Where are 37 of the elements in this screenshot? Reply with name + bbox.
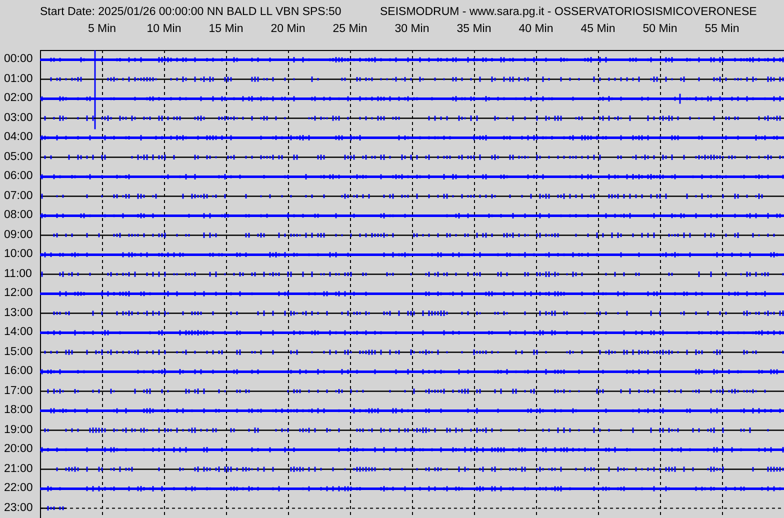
hour-label: 15:00 [3, 344, 34, 360]
hour-label: 02:00 [3, 91, 34, 106]
hour-label: 03:00 [3, 110, 34, 126]
hour-label: 07:00 [3, 188, 34, 204]
hour-label: 17:00 [3, 384, 34, 398]
hour-label: 23:00 [3, 500, 34, 516]
minute-label: 55 Min [704, 23, 740, 35]
minute-label: 10 Min [146, 23, 182, 35]
minute-label: 5 Min [86, 23, 118, 35]
hour-label: 08:00 [3, 208, 34, 223]
hour-label: 21:00 [3, 462, 34, 476]
hour-label: 16:00 [3, 364, 34, 379]
hour-label: 19:00 [3, 422, 34, 438]
minute-label: 50 Min [642, 23, 678, 35]
hour-label: 11:00 [3, 266, 33, 282]
minute-label: 15 Min [208, 23, 244, 35]
hour-label: 05:00 [3, 150, 34, 164]
minute-label: 20 Min [270, 23, 306, 35]
hour-label: 20:00 [3, 442, 34, 457]
hour-label: 01:00 [3, 72, 34, 86]
hour-label: 10:00 [3, 247, 34, 262]
hour-label: 00:00 [3, 52, 34, 67]
hour-label: 22:00 [3, 481, 34, 496]
hour-label: 13:00 [3, 306, 34, 320]
source-title: SEISMODRUM - www.sara.pg.it - OSSERVATORIOSISMICOVERONESE [380, 6, 757, 18]
minute-label: 40 Min [518, 23, 554, 35]
hour-label: 18:00 [3, 403, 34, 418]
hour-label: 14:00 [3, 325, 34, 340]
hour-label: 09:00 [3, 228, 34, 242]
minute-label: 35 Min [456, 23, 492, 35]
minute-label: 30 Min [394, 23, 430, 35]
start-info: Start Date: 2025/01/26 00:00:00 NN BALD LL VBN SPS:50 [40, 6, 342, 18]
minute-label: 25 Min [332, 23, 368, 35]
hour-label: 06:00 [3, 169, 34, 184]
hour-label: 04:00 [3, 130, 34, 145]
minute-label: 45 Min [580, 23, 616, 35]
hour-label: 12:00 [3, 286, 34, 301]
